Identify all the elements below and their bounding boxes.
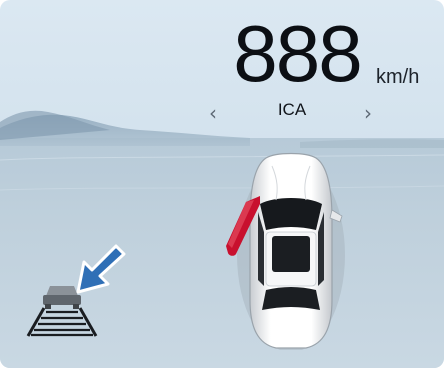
driving-mode-label: ICA [277,100,307,119]
instrument-cluster-screen: 888 km/h ‹ ICA › [0,0,444,368]
callout-arrow-icon [76,244,126,294]
chevron-left-icon[interactable]: ‹ [209,101,217,125]
chevron-right-icon[interactable]: › [364,101,372,125]
door-open-indicator-icon [226,196,260,256]
speed-unit: km/h [376,66,420,88]
speed-readout: 888 [233,9,362,98]
